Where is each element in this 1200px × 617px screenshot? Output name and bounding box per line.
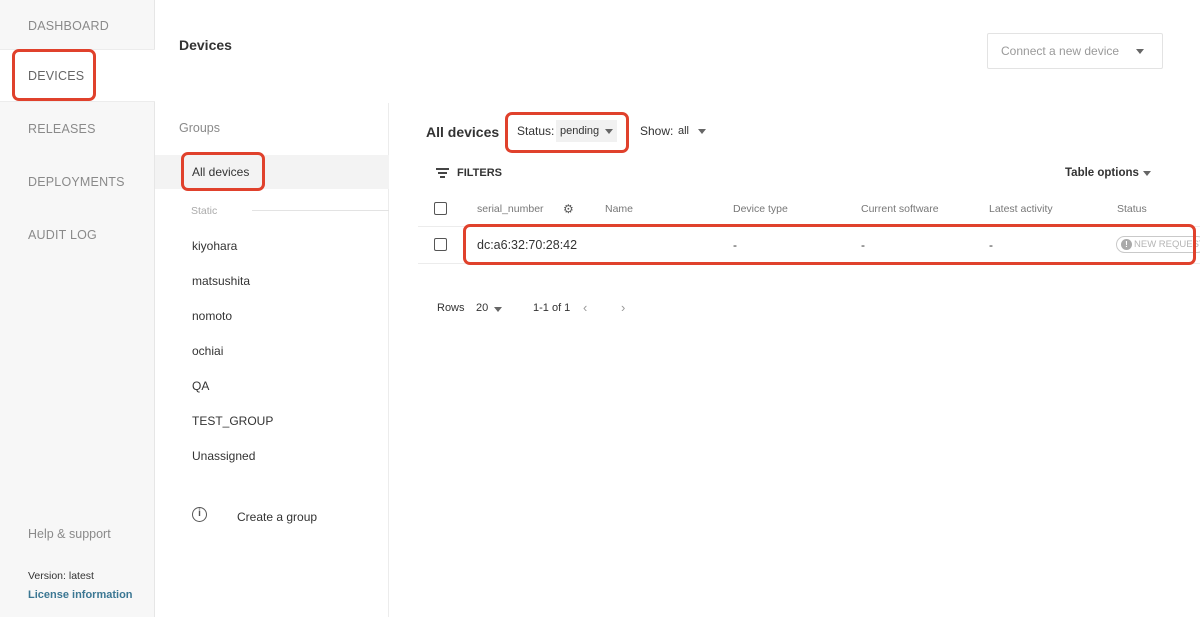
group-item-all-devices[interactable]: All devices — [155, 155, 389, 189]
groups-title: Groups — [179, 121, 220, 135]
chevron-left-icon[interactable]: ‹ — [583, 300, 587, 315]
status-filter-label: Status: — [517, 124, 555, 138]
nav-item-deployments[interactable]: DEPLOYMENTS — [0, 156, 155, 209]
row-checkbox[interactable] — [434, 238, 447, 251]
group-label: kiyohara — [192, 239, 238, 253]
column-header-current-software[interactable]: Current software — [861, 203, 939, 215]
select-all-checkbox[interactable] — [434, 202, 447, 215]
column-header-latest-activity[interactable]: Latest activity — [989, 203, 1053, 215]
column-header-device-type[interactable]: Device type — [733, 203, 788, 215]
group-item[interactable]: matsushita — [155, 264, 389, 298]
group-label: ochiai — [192, 344, 224, 358]
nav-item-audit-log[interactable]: AUDIT LOG — [0, 209, 155, 262]
chevron-down-icon[interactable] — [698, 129, 706, 134]
show-filter-label: Show: — [640, 124, 674, 138]
alert-icon: ! — [1121, 239, 1132, 250]
group-item[interactable]: kiyohara — [155, 229, 389, 263]
rows-per-page-select[interactable]: 20 — [476, 302, 488, 314]
connect-device-select[interactable]: Connect a new device — [987, 33, 1163, 69]
nav-item-releases[interactable]: RELEASES — [0, 103, 155, 156]
status-filter-value: pending — [560, 125, 600, 137]
rows-label: Rows — [437, 302, 465, 314]
chevron-down-icon — [1136, 49, 1144, 54]
show-filter-select[interactable]: all — [678, 125, 689, 137]
pagination-range: 1-1 of 1 — [533, 302, 571, 314]
group-label: nomoto — [192, 309, 233, 323]
help-support-link[interactable]: Help & support — [28, 527, 111, 541]
nav-item-devices[interactable]: DEVICES — [0, 49, 155, 102]
connect-device-label: Connect a new device — [1001, 44, 1120, 58]
divider — [252, 210, 389, 211]
column-header-name[interactable]: Name — [605, 203, 633, 215]
table-options-button[interactable]: Table options — [1065, 167, 1139, 179]
nav-label: DEPLOYMENTS — [28, 175, 125, 189]
sidebar: DASHBOARD DEVICES RELEASES DEPLOYMENTS A… — [0, 0, 155, 617]
chevron-down-icon — [605, 128, 614, 134]
gear-icon[interactable]: ⚙ — [563, 202, 574, 216]
groups-panel: Groups All devices Static kiyohara matsu… — [155, 103, 389, 617]
group-label: Unassigned — [192, 449, 256, 463]
filter-icon[interactable] — [436, 168, 449, 178]
group-label: matsushita — [192, 274, 251, 288]
status-filter-select[interactable]: pending — [556, 120, 618, 142]
version-text: Version: latest — [28, 570, 94, 582]
nav-label: AUDIT LOG — [28, 228, 97, 242]
page-title: Devices — [179, 37, 232, 53]
filters-button[interactable]: FILTERS — [457, 167, 502, 179]
nav-label: RELEASES — [28, 122, 96, 136]
group-item[interactable]: nomoto — [155, 299, 389, 333]
info-icon[interactable]: i — [192, 507, 207, 522]
device-serial[interactable]: dc:a6:32:70:28:42 — [477, 238, 577, 252]
static-section-label: Static — [191, 205, 218, 217]
chevron-right-icon[interactable]: › — [621, 300, 625, 315]
status-badge: ! NEW REQUEST — [1116, 236, 1200, 253]
nav-label: DEVICES — [28, 69, 85, 83]
group-item[interactable]: TEST_GROUP — [155, 404, 389, 438]
group-item[interactable]: Unassigned — [155, 439, 389, 473]
device-software: - — [861, 238, 865, 252]
chevron-down-icon[interactable] — [1143, 171, 1151, 176]
create-group-button[interactable]: Create a group — [237, 510, 317, 524]
group-item[interactable]: ochiai — [155, 334, 389, 368]
device-type: - — [733, 238, 737, 252]
status-badge-label: NEW REQUEST — [1134, 239, 1200, 250]
group-item[interactable]: QA — [155, 369, 389, 403]
group-label: QA — [192, 379, 210, 393]
nav-label: DASHBOARD — [28, 19, 109, 33]
group-label: TEST_GROUP — [192, 414, 274, 428]
license-information-link[interactable]: License information — [28, 589, 133, 601]
column-header-status[interactable]: Status — [1117, 203, 1147, 215]
device-activity: - — [989, 238, 993, 252]
group-label: All devices — [192, 165, 250, 179]
chevron-down-icon[interactable] — [494, 307, 502, 312]
nav-item-dashboard[interactable]: DASHBOARD — [0, 0, 155, 53]
main-title: All devices — [426, 124, 500, 140]
column-header-serial[interactable]: serial_number — [477, 203, 544, 215]
